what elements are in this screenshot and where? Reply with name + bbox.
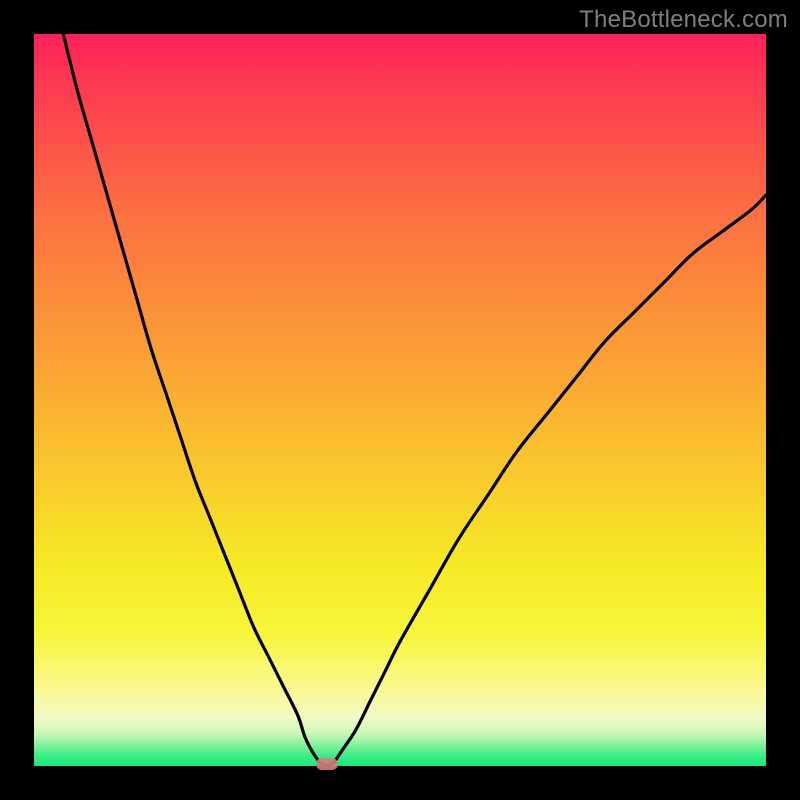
- bottleneck-curve-path: [63, 34, 766, 766]
- chart-frame: TheBottleneck.com: [0, 0, 800, 800]
- bottleneck-curve: [34, 34, 766, 766]
- watermark-text: TheBottleneck.com: [579, 6, 788, 34]
- optimal-point-marker: [316, 758, 338, 770]
- plot-area: [34, 34, 766, 766]
